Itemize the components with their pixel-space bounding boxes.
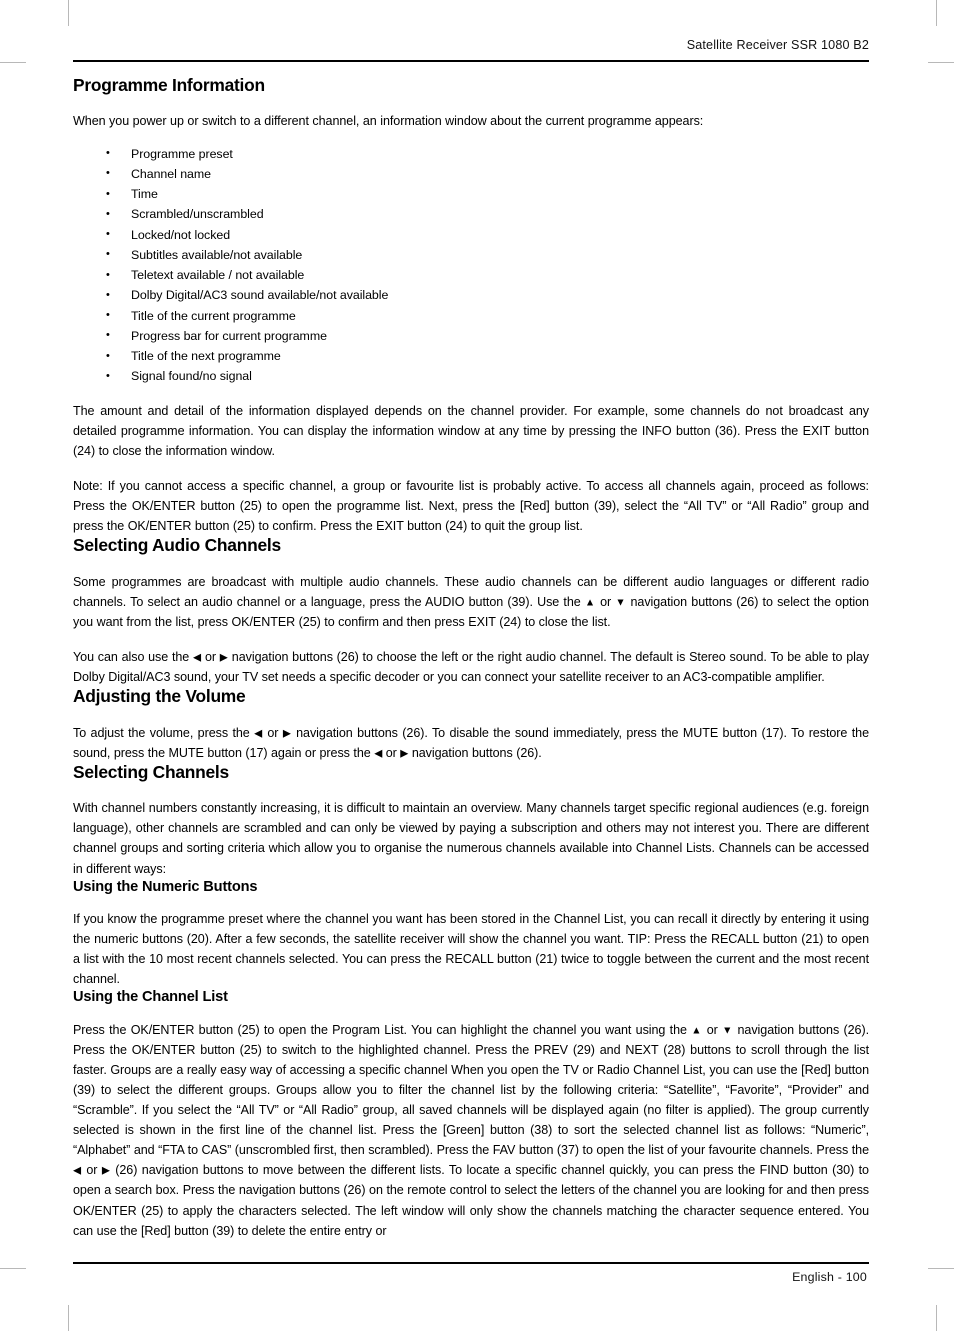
- arrow-left-icon: ◀: [73, 1165, 82, 1177]
- crop-mark-top-left-vertical: [68, 0, 69, 26]
- audio2-para-text-a: You can also use the: [73, 649, 193, 664]
- list-item: Title of the next programme: [73, 346, 869, 367]
- volume-para-text-d: or: [382, 745, 401, 760]
- paragraph-information-detail: The amount and detail of the information…: [73, 403, 869, 458]
- crop-mark-top-left-horizontal: [0, 62, 26, 63]
- channel-list-text-a: Press the OK/ENTER button (25) to open t…: [73, 1022, 692, 1037]
- footer-rule: [73, 1262, 869, 1264]
- list-item: Teletext available / not available: [73, 265, 869, 286]
- paragraph-note-group-list: Note: If you cannot access a specific ch…: [73, 478, 869, 534]
- list-item: Title of the current programme: [73, 305, 869, 326]
- manual-page: Satellite Receiver SSR 1080 B2 Programme…: [73, 0, 869, 1331]
- list-item: Signal found/no signal: [73, 366, 869, 387]
- heading-adjusting-the-volume: Adjusting the Volume: [73, 686, 246, 707]
- arrow-left-icon: ◀: [192, 652, 202, 664]
- list-item: Dolby Digital/AC3 sound available/not av…: [73, 285, 869, 306]
- arrow-down-icon: ▼: [615, 597, 627, 609]
- paragraph-numeric-buttons: If you know the programme preset where t…: [73, 911, 869, 987]
- volume-para-text-e: navigation buttons (26).: [408, 745, 542, 760]
- heading-programme-information: Programme Information: [73, 75, 265, 95]
- paragraph-adjust-volume: To adjust the volume, press the ◀ or ▶ n…: [73, 723, 869, 763]
- header-rule: [73, 60, 869, 62]
- crop-mark-bottom-left-vertical: [68, 1305, 69, 1331]
- channel-list-text-e: (26) navigation buttons to move between …: [73, 1163, 869, 1238]
- list-item: Subtitles available/not available: [73, 244, 869, 265]
- arrow-right-icon: ▶: [219, 652, 229, 664]
- arrow-left-icon: ◀: [374, 748, 383, 760]
- audio-para-text-b: or: [595, 594, 616, 609]
- paragraph-programme-intro: When you power up or switch to a differe…: [73, 114, 704, 129]
- audio2-para-text-b: or: [201, 649, 220, 664]
- heading-using-the-numeric-buttons: Using the Numeric Buttons: [73, 878, 258, 895]
- list-item: Time: [73, 184, 869, 205]
- arrow-left-icon: ◀: [254, 728, 263, 740]
- crop-mark-top-right-horizontal: [928, 62, 954, 63]
- arrow-right-icon: ▶: [282, 728, 292, 740]
- paragraph-audio-left-right: You can also use the ◀ or ▶ navigation b…: [73, 647, 869, 687]
- list-item: Scrambled/unscrambled: [73, 204, 869, 225]
- heading-selecting-channels: Selecting Channels: [73, 761, 229, 782]
- paragraph-audio-channel-select: Some programmes are broadcast with multi…: [73, 572, 869, 632]
- volume-para-text-b: or: [262, 725, 283, 740]
- list-item: Progress bar for current programme: [73, 325, 869, 346]
- crop-mark-top-right-vertical: [936, 0, 937, 26]
- heading-selecting-audio-channels: Selecting Audio Channels: [73, 535, 281, 556]
- list-item: Channel name: [73, 163, 869, 184]
- crop-mark-bottom-right-horizontal: [928, 1268, 954, 1269]
- channel-list-text-c: navigation buttons (26). Press the OK/EN…: [73, 1022, 869, 1158]
- arrow-up-icon: ▲: [691, 1025, 703, 1037]
- list-item: Locked/not locked: [73, 224, 869, 245]
- running-head: Satellite Receiver SSR 1080 B2: [686, 38, 869, 52]
- channel-list-text-d: or: [81, 1163, 102, 1178]
- crop-mark-bottom-right-vertical: [936, 1305, 937, 1331]
- programme-information-bullet-list: Programme preset Channel name Time Scram…: [73, 143, 869, 387]
- list-item: Programme preset: [73, 143, 869, 164]
- arrow-up-icon: ▲: [584, 597, 596, 609]
- arrow-down-icon: ▼: [722, 1025, 734, 1037]
- page-folio: English - 100: [792, 1270, 867, 1284]
- volume-para-text-a: To adjust the volume, press the: [73, 725, 255, 740]
- paragraph-using-channel-list: Press the OK/ENTER button (25) to open t…: [73, 1020, 869, 1241]
- arrow-right-icon: ▶: [101, 1165, 111, 1177]
- page-content: Programme Information When you power up …: [73, 75, 869, 1241]
- paragraph-selecting-channels: With channel numbers constantly increasi…: [73, 801, 869, 876]
- crop-mark-bottom-left-horizontal: [0, 1268, 26, 1269]
- channel-list-text-b: or: [702, 1022, 723, 1037]
- heading-using-the-channel-list: Using the Channel List: [73, 989, 228, 1006]
